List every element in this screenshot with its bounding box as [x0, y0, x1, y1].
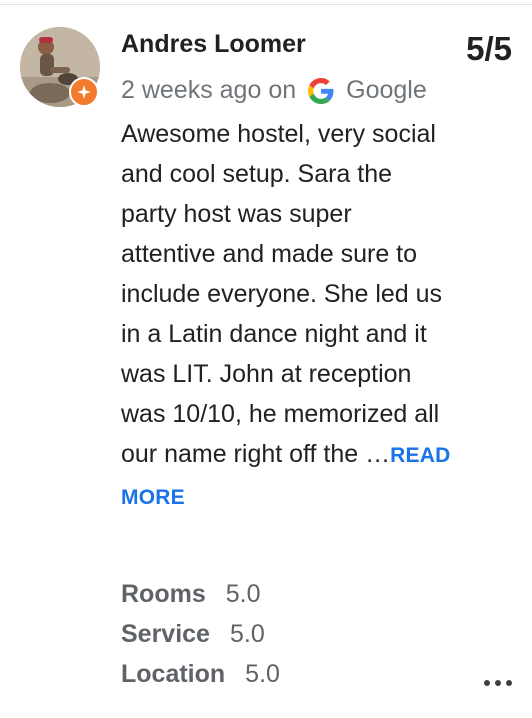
review-source: Google: [346, 76, 427, 104]
more-horizontal-icon: [495, 680, 501, 686]
review-text: Awesome hostel, very social and cool set…: [121, 120, 443, 468]
more-horizontal-icon: [484, 680, 490, 686]
more-options-button[interactable]: [478, 672, 518, 694]
sub-rating-value: 5.0: [225, 580, 261, 608]
google-g-icon: [308, 77, 334, 104]
sub-rating-label: Rooms: [121, 580, 206, 608]
local-guide-star-icon: [77, 85, 91, 99]
more-horizontal-icon: [506, 680, 512, 686]
sub-rating-location: Location 5.0: [121, 654, 280, 694]
sub-rating-value: 5.0: [229, 620, 265, 648]
reviewer-name[interactable]: Andres Loomer: [121, 30, 306, 59]
sub-rating-rooms: Rooms 5.0: [121, 574, 280, 614]
sub-ratings: Rooms 5.0 Service 5.0 Location 5.0: [121, 574, 280, 694]
review-ellipsis: …: [365, 440, 391, 468]
top-divider: [0, 4, 532, 5]
review-meta: 2 weeks ago on Google: [121, 76, 427, 105]
sub-rating-label: Location: [121, 660, 226, 688]
local-guide-badge: [69, 77, 99, 107]
review-body: Awesome hostel, very social and cool set…: [121, 114, 451, 518]
sub-rating-service: Service 5.0: [121, 614, 280, 654]
sub-rating-label: Service: [121, 620, 210, 648]
review-rating: 5/5: [466, 30, 512, 67]
sub-rating-value: 5.0: [245, 660, 280, 688]
review-time: 2 weeks ago on: [121, 76, 297, 104]
